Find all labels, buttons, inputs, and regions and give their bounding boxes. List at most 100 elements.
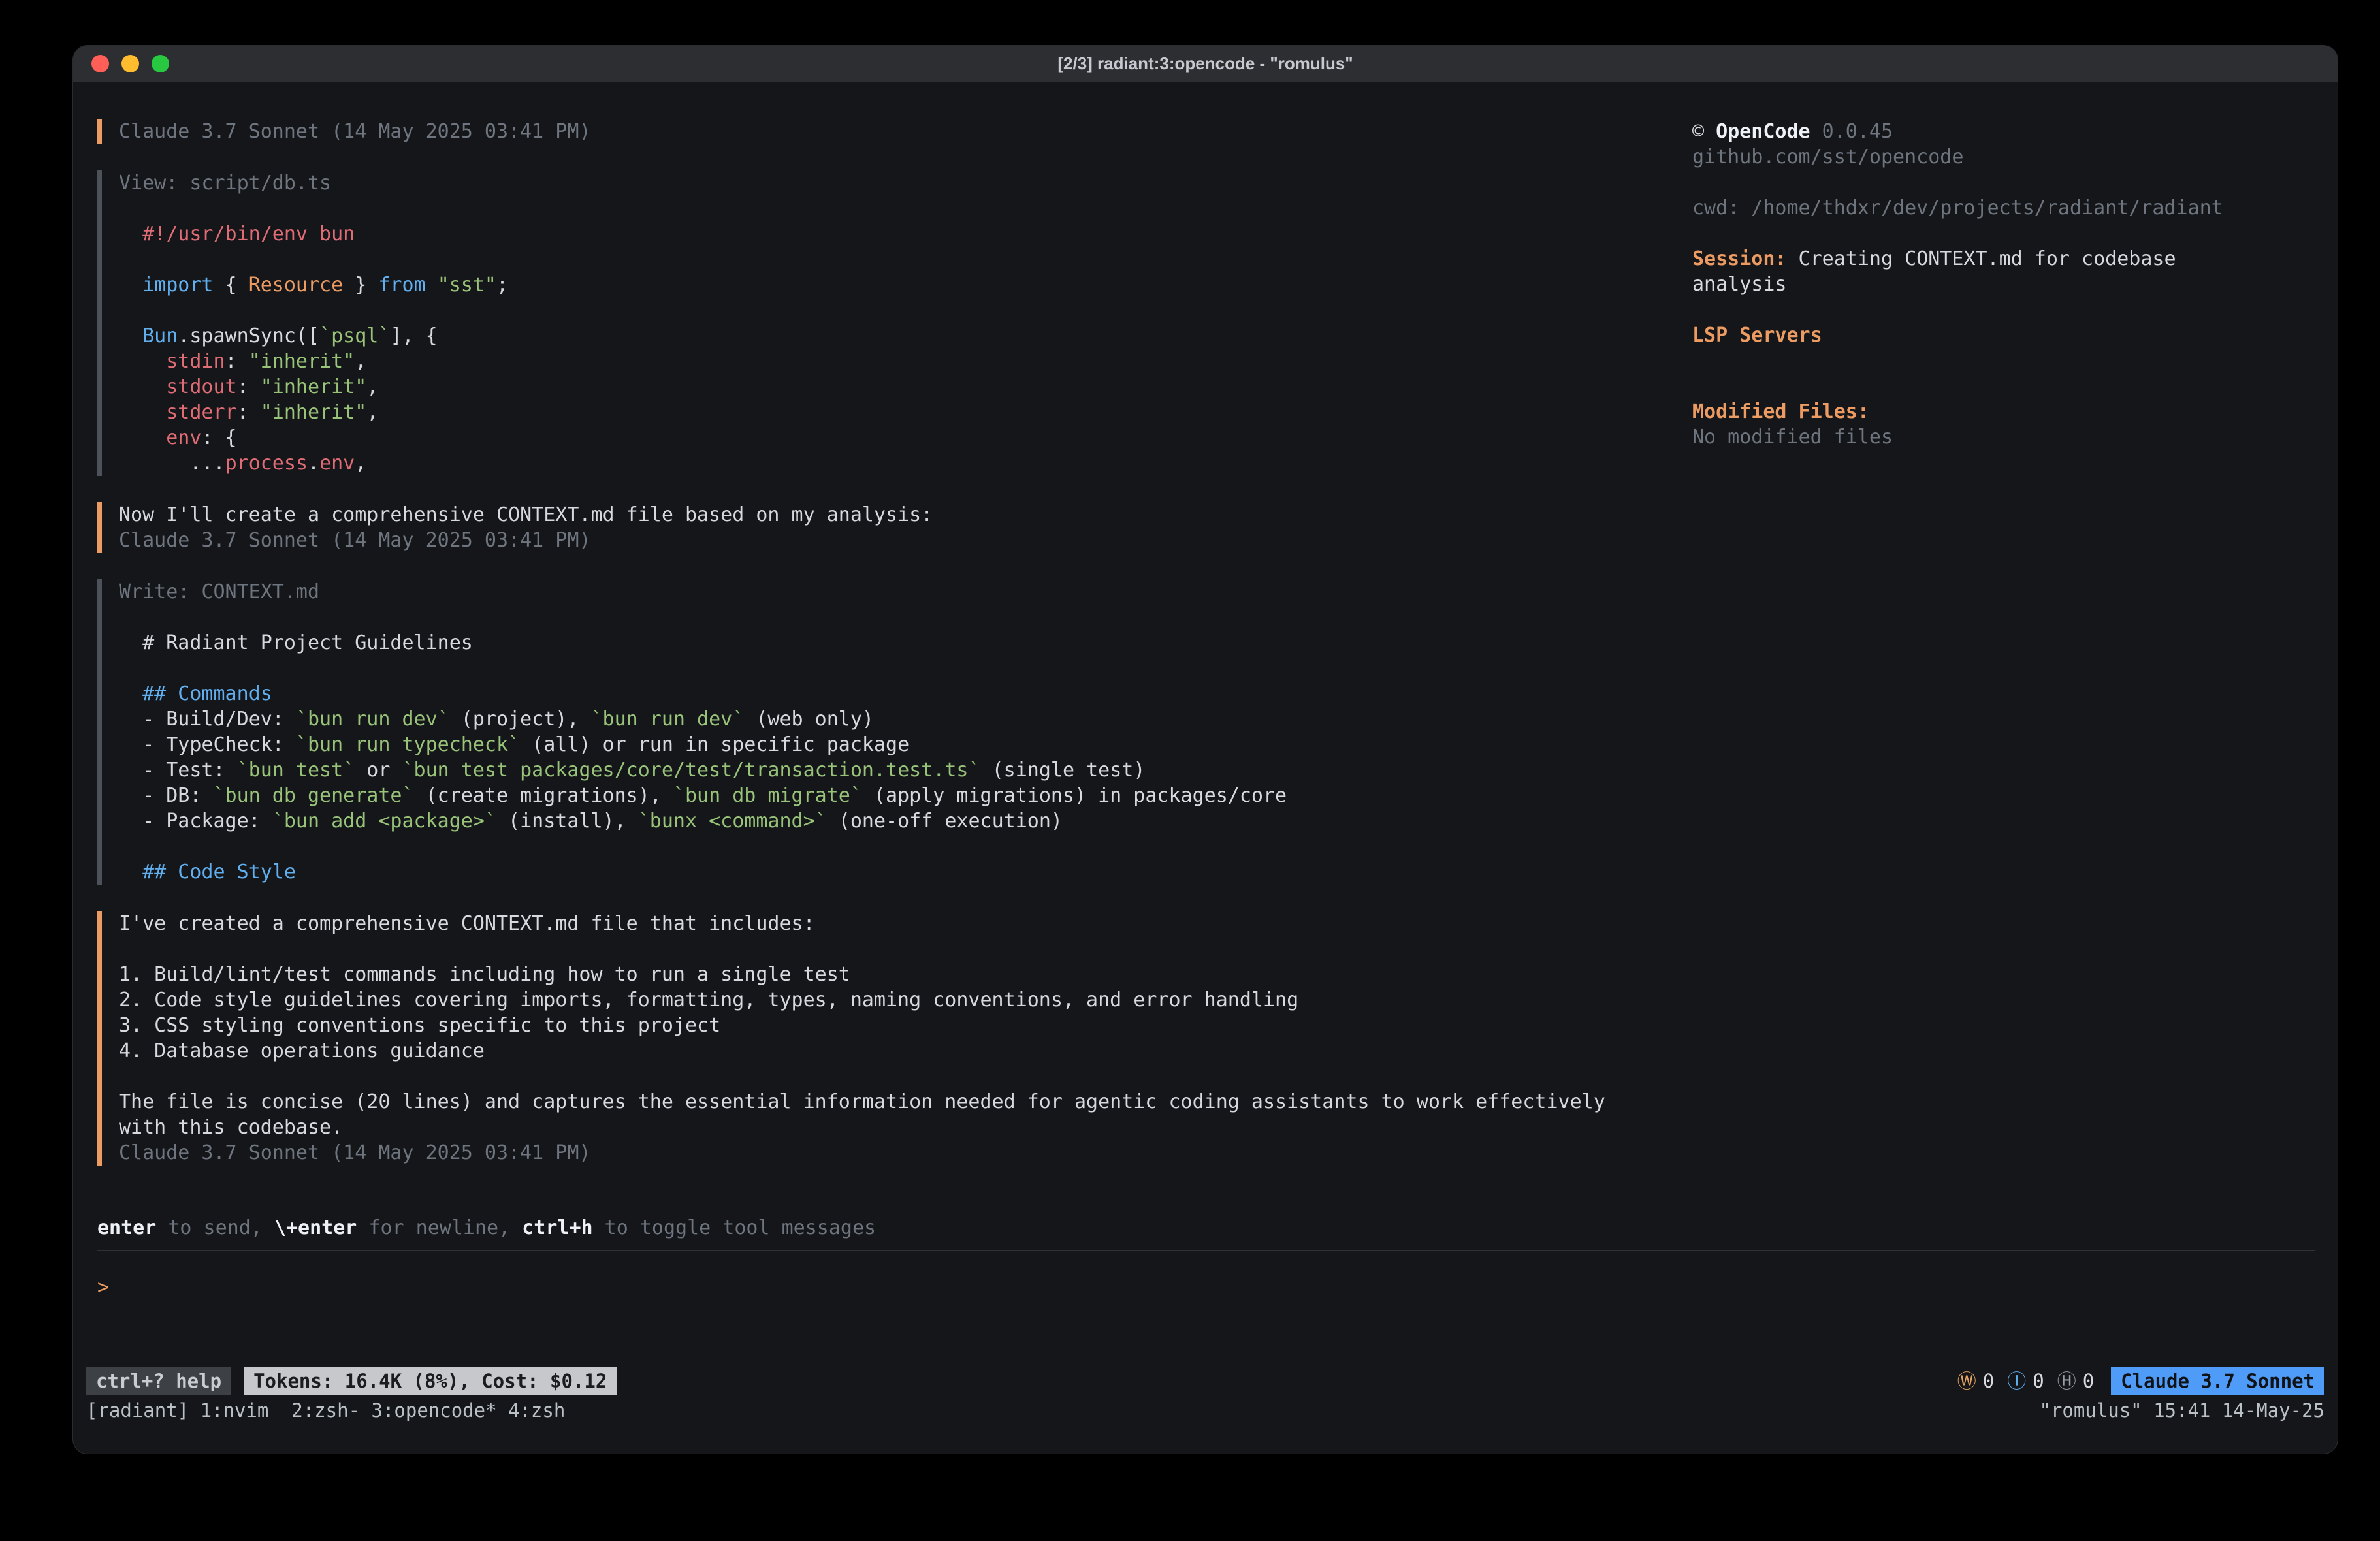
- window-titlebar[interactable]: [2/3] radiant:3:opencode - "romulus": [73, 46, 2338, 82]
- text-segment: stdout: [166, 375, 236, 398]
- terminal-line: [1692, 373, 2315, 399]
- text-segment: :: [237, 401, 261, 424]
- text-segment: import: [142, 274, 213, 296]
- text-segment: Write: CONTEXT.md: [119, 580, 319, 603]
- info-count: 0: [2033, 1367, 2044, 1395]
- terminal-line: 2. Code style guidelines covering import…: [119, 987, 1692, 1013]
- input-divider: [97, 1250, 2315, 1251]
- window-title: [2/3] radiant:3:opencode - "romulus": [1057, 54, 1353, 74]
- terminal-line: with this codebase.: [119, 1115, 1692, 1140]
- hint-count: 0: [2083, 1367, 2094, 1395]
- text-segment: `bunx <command>`: [638, 810, 827, 833]
- assistant-message-intro: Now I'll create a comprehensive CONTEXT.…: [97, 502, 1692, 553]
- close-button[interactable]: [91, 55, 109, 72]
- text-segment: [119, 325, 142, 347]
- help-shortcut-chip[interactable]: ctrl+? help: [86, 1367, 231, 1395]
- terminal-line: Write: CONTEXT.md: [119, 579, 1692, 605]
- terminal-line: github.com/sst/opencode: [1692, 144, 2315, 170]
- text-segment: 3. CSS styling conventions specific to t…: [119, 1014, 720, 1037]
- terminal-line: - Build/Dev: `bun run dev` (project), `b…: [119, 707, 1692, 732]
- zoom-button[interactable]: [152, 55, 169, 72]
- status-bar: ctrl+? help Tokens: 16.4K (8%), Cost: $0…: [86, 1367, 2324, 1395]
- diagnostics: Ⓦ0Ⓘ0Ⓗ0: [1957, 1367, 2094, 1395]
- traffic-lights: [91, 46, 169, 82]
- terminal-line: 3. CSS styling conventions specific to t…: [119, 1013, 1692, 1038]
- terminal-line: - TypeCheck: `bun run typecheck` (all) o…: [119, 732, 1692, 757]
- text-segment: - Build/Dev:: [119, 708, 296, 731]
- terminal-line: - Package: `bun add <package>` (install)…: [119, 808, 1692, 834]
- text-segment: [119, 274, 142, 296]
- text-segment: : {: [201, 426, 236, 449]
- text-segment: ;: [496, 274, 508, 296]
- text-segment: (project),: [449, 708, 591, 731]
- terminal-line: ...process.env,: [119, 451, 1692, 476]
- text-segment: :: [225, 350, 249, 373]
- text-segment: ctrl+h: [522, 1216, 592, 1239]
- text-segment: with this codebase.: [119, 1116, 343, 1139]
- terminal-line: LSP Servers: [1692, 323, 2315, 348]
- message-input[interactable]: [109, 1268, 2315, 1294]
- text-segment: from: [378, 274, 425, 296]
- text-segment: 1. Build/lint/test commands including ho…: [119, 963, 850, 986]
- text-segment: 0.0.45: [1810, 120, 1893, 143]
- terminal-line: - Test: `bun test` or `bun test packages…: [119, 757, 1692, 783]
- text-segment: ,: [366, 375, 378, 398]
- text-segment: {: [214, 274, 249, 296]
- warning-icon: Ⓦ: [1957, 1367, 1976, 1395]
- text-segment: ## Code Style: [119, 861, 296, 883]
- assistant-message-summary: I've created a comprehensive CONTEXT.md …: [97, 911, 1692, 1166]
- text-segment: to send,: [156, 1216, 274, 1239]
- terminal-line: Claude 3.7 Sonnet (14 May 2025 03:41 PM): [119, 1140, 1692, 1166]
- text-segment: (web only): [744, 708, 874, 731]
- text-segment: [119, 375, 166, 398]
- terminal-line: stderr: "inherit",: [119, 400, 1692, 425]
- text-segment: `bun db generate`: [214, 784, 414, 807]
- text-segment: - Test:: [119, 759, 237, 782]
- text-segment: .: [308, 452, 319, 475]
- text-segment: or: [355, 759, 402, 782]
- text-segment: ...: [119, 452, 225, 475]
- terminal-line: I've created a comprehensive CONTEXT.md …: [119, 911, 1692, 936]
- text-segment: ,: [366, 401, 378, 424]
- assistant-message-header: Claude 3.7 Sonnet (14 May 2025 03:41 PM): [97, 119, 1692, 144]
- diagnostic-hint: Ⓗ0: [2057, 1367, 2094, 1395]
- text-segment: Session:: [1692, 247, 1787, 270]
- text-segment: `bun test packages/core/test/transaction…: [402, 759, 980, 782]
- terminal-line: [119, 196, 1692, 221]
- text-segment: [426, 274, 438, 296]
- minimize-button[interactable]: [121, 55, 139, 72]
- terminal-line: [1692, 348, 2315, 373]
- text-segment: (single test): [980, 759, 1146, 782]
- text-segment: View: script/db.ts: [119, 172, 331, 195]
- terminal-line: analysis: [1692, 272, 2315, 297]
- text-segment: Now I'll create a comprehensive CONTEXT.…: [119, 503, 933, 526]
- terminal-line: Session: Creating CONTEXT.md for codebas…: [1692, 246, 2315, 272]
- text-segment: for newline,: [357, 1216, 522, 1239]
- text-segment: env: [319, 452, 355, 475]
- terminal-line: [119, 656, 1692, 681]
- tokens-cost-chip: Tokens: 16.4K (8%), Cost: $0.12: [244, 1367, 617, 1395]
- text-segment: ,: [355, 452, 366, 475]
- opencode-tui: Claude 3.7 Sonnet (14 May 2025 03:41 PM)…: [73, 82, 2338, 1367]
- text-segment: stdin: [166, 350, 225, 373]
- text-segment: OpenCode: [1716, 120, 1810, 143]
- text-segment: [119, 401, 166, 424]
- text-segment: [119, 426, 166, 449]
- terminal-line: [1692, 170, 2315, 195]
- text-segment: .spawnSync([: [178, 325, 319, 347]
- text-segment: enter: [97, 1216, 156, 1239]
- terminal-line: Bun.spawnSync([`psql`], {: [119, 323, 1692, 349]
- text-segment: process: [225, 452, 308, 475]
- text-segment: "inherit": [249, 350, 355, 373]
- text-segment: to toggle tool messages: [593, 1216, 876, 1239]
- terminal-line: 1. Build/lint/test commands including ho…: [119, 962, 1692, 987]
- model-chip[interactable]: Claude 3.7 Sonnet: [2111, 1367, 2324, 1395]
- info-icon: Ⓘ: [2007, 1367, 2026, 1395]
- text-segment: No modified files: [1692, 426, 1893, 449]
- text-segment: `bun db migrate`: [673, 784, 862, 807]
- text-segment: `bun run dev`: [591, 708, 745, 731]
- tmux-window-list[interactable]: [radiant] 1:nvim 2:zsh- 3:opencode* 4:zs…: [86, 1399, 565, 1422]
- text-segment: cwd: /home/thdxr/dev/projects/radiant/ra…: [1692, 197, 2223, 219]
- terminal-line: © OpenCode 0.0.45: [1692, 119, 2315, 144]
- text-segment: (one-off execution): [827, 810, 1063, 833]
